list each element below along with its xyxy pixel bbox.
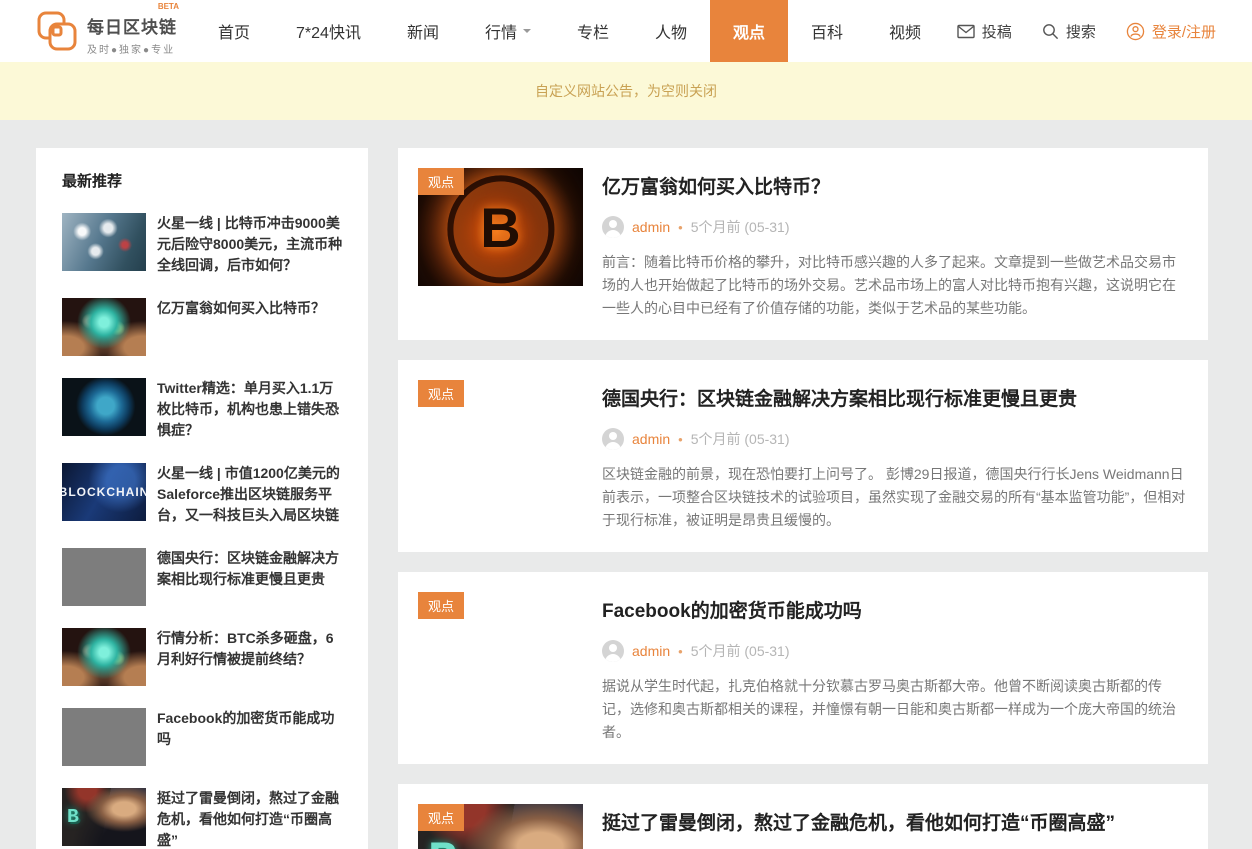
logo-subtitle: 及时●独家●专业 bbox=[87, 41, 177, 56]
nav-item[interactable]: 视频 bbox=[866, 0, 944, 62]
sidebar-article-title: 行情分析：BTC杀多砸盘，6月利好行情被提前终结？ bbox=[157, 628, 344, 686]
article-title[interactable]: 挺过了雷曼倒闭，熬过了金融危机，看他如何打造“币圈高盛” bbox=[602, 808, 1188, 835]
publish-date: 5个月前 (05-31) bbox=[691, 217, 790, 237]
article-card: 观点 亿万富翁如何买入比特币？ admin • 5个月前 (05-31) 前言：… bbox=[398, 148, 1208, 340]
sidebar-article-item[interactable]: Facebook的加密货币能成功吗 bbox=[62, 708, 344, 766]
author-link[interactable]: admin bbox=[632, 643, 670, 659]
author-link[interactable]: admin bbox=[632, 431, 670, 447]
site-logo[interactable]: 每日区块链 BETA 及时●独家●专业 bbox=[36, 0, 177, 62]
beta-tag: BETA bbox=[158, 2, 179, 11]
sidebar-article-title: 德国央行：区块链金融解决方案相比现行标准更慢且更贵 bbox=[157, 548, 344, 606]
main-nav: 首页 7*24快讯 新闻 行情 专栏 人 bbox=[195, 0, 944, 62]
nav-item[interactable]: 专栏 bbox=[554, 0, 632, 62]
nav-item[interactable]: 人物 bbox=[632, 0, 710, 62]
category-badge[interactable]: 观点 bbox=[418, 380, 464, 407]
article-title[interactable]: 德国央行：区块链金融解决方案相比现行标准更慢且更贵 bbox=[602, 384, 1188, 411]
article-card: 观点 Facebook的加密货币能成功吗 admin • 5个月前 (05-31… bbox=[398, 572, 1208, 764]
sidebar-article-title: Twitter精选：单月买入1.1万枚比特币，机构也患上错失恐惧症？ bbox=[157, 378, 344, 441]
nav-item[interactable]: 7*24快讯 bbox=[273, 0, 384, 62]
article-title[interactable]: Facebook的加密货币能成功吗 bbox=[602, 596, 1188, 623]
nav-item-label: 人物 bbox=[655, 19, 687, 43]
nav-item-label: 行情 bbox=[485, 19, 517, 43]
header-actions: 投稿 搜索 登录/注册 bbox=[957, 0, 1216, 62]
category-badge[interactable]: 观点 bbox=[418, 804, 464, 831]
article-thumbnail-image bbox=[62, 378, 146, 436]
article-thumbnail-image bbox=[62, 213, 146, 271]
article-thumbnail-image bbox=[62, 548, 146, 606]
submit-post-button[interactable]: 投稿 bbox=[957, 21, 1012, 42]
envelope-icon bbox=[957, 24, 975, 39]
article-thumbnail-image bbox=[62, 708, 146, 766]
sidebar-article-title: 火星一线 | 比特币冲击9000美元后险守8000美元，主流币种全线回调，后市如… bbox=[157, 213, 344, 276]
thumbnail-caption: BLOCKCHAIN bbox=[62, 463, 146, 521]
site-header: 每日区块链 BETA 及时●独家●专业 首页 7*24快讯 新闻 行情 bbox=[0, 0, 1252, 62]
nav-item-label: 7*24快讯 bbox=[296, 19, 361, 43]
article-excerpt: 区块链金融的前景，现在恐怕要打上问号了。 彭博29日报道，德国央行行长Jens … bbox=[602, 463, 1188, 532]
logo-icon bbox=[36, 10, 78, 52]
nav-item-label: 百科 bbox=[811, 19, 843, 43]
sidebar-article-item[interactable]: 火星一线 | 比特币冲击9000美元后险守8000美元，主流币种全线回调，后市如… bbox=[62, 213, 344, 276]
nav-item[interactable]: 首页 bbox=[195, 0, 273, 62]
avatar bbox=[602, 640, 624, 662]
meta-separator: • bbox=[678, 432, 683, 447]
nav-item-label: 新闻 bbox=[407, 19, 439, 43]
article-meta: admin • 5个月前 (05-31) bbox=[602, 216, 1188, 238]
article-title[interactable]: 亿万富翁如何买入比特币？ bbox=[602, 172, 1188, 199]
chevron-down-icon bbox=[523, 29, 531, 37]
site-announcement: 自定义网站公告，为空则关闭 bbox=[0, 62, 1252, 120]
nav-item-label: 视频 bbox=[889, 19, 921, 43]
article-thumbnail-image bbox=[62, 298, 146, 356]
article-thumbnail-image bbox=[62, 628, 146, 686]
nav-item[interactable]: 新闻 bbox=[384, 0, 462, 62]
sidebar-article-title: 亿万富翁如何买入比特币？ bbox=[157, 298, 325, 356]
logo-title: 每日区块链 bbox=[87, 18, 177, 37]
article-list: 观点 亿万富翁如何买入比特币？ admin • 5个月前 (05-31) 前言：… bbox=[398, 148, 1208, 849]
sidebar-title: 最新推荐 bbox=[62, 170, 344, 191]
avatar bbox=[602, 428, 624, 450]
meta-separator: • bbox=[678, 220, 683, 235]
nav-item[interactable]: 观点 bbox=[710, 0, 788, 62]
article-excerpt: 前言：随着比特币价格的攀升，对比特币感兴趣的人多了起来。文章提到一些做艺术品交易… bbox=[602, 251, 1188, 320]
publish-date: 5个月前 (05-31) bbox=[691, 641, 790, 661]
nav-item[interactable]: 行情 bbox=[462, 0, 554, 62]
sidebar-article-item[interactable]: 行情分析：BTC杀多砸盘，6月利好行情被提前终结？ bbox=[62, 628, 344, 686]
article-meta: admin • 5个月前 (05-31) bbox=[602, 428, 1188, 450]
search-icon bbox=[1042, 23, 1059, 40]
article-thumbnail-image: BLOCKCHAIN bbox=[62, 463, 146, 521]
nav-item-label: 首页 bbox=[218, 19, 250, 43]
article-card: 观点 挺过了雷曼倒闭，熬过了金融危机，看他如何打造“币圈高盛” admin • … bbox=[398, 784, 1208, 849]
nav-item-label: 观点 bbox=[733, 19, 765, 43]
sidebar-latest-recommend: 最新推荐 火星一线 | 比特币冲击9000美元后险守8000美元，主流币种全线回… bbox=[36, 148, 368, 849]
user-circle-icon bbox=[1126, 22, 1145, 41]
sidebar-article-title: 挺过了雷曼倒闭，熬过了金融危机，看他如何打造“币圈高盛” bbox=[157, 788, 344, 849]
category-badge[interactable]: 观点 bbox=[418, 168, 464, 195]
sidebar-list: 火星一线 | 比特币冲击9000美元后险守8000美元，主流币种全线回调，后市如… bbox=[62, 213, 344, 849]
page-content: 最新推荐 火星一线 | 比特币冲击9000美元后险守8000美元，主流币种全线回… bbox=[0, 120, 1252, 849]
search-button[interactable]: 搜索 bbox=[1042, 21, 1096, 42]
sidebar-article-item[interactable]: 德国央行：区块链金融解决方案相比现行标准更慢且更贵 bbox=[62, 548, 344, 606]
article-excerpt: 据说从学生时代起，扎克伯格就十分钦慕古罗马奥古斯都大帝。他曾不断阅读奥古斯都的传… bbox=[602, 675, 1188, 744]
sidebar-article-item[interactable]: 亿万富翁如何买入比特币？ bbox=[62, 298, 344, 356]
article-thumbnail-image bbox=[62, 788, 146, 846]
sidebar-article-title: 火星一线 | 市值1200亿美元的Saleforce推出区块链服务平台，又一科技… bbox=[157, 463, 344, 526]
author-link[interactable]: admin bbox=[632, 219, 670, 235]
nav-item-label: 专栏 bbox=[577, 19, 609, 43]
login-register-link[interactable]: 登录/注册 bbox=[1126, 21, 1216, 42]
avatar bbox=[602, 216, 624, 238]
nav-item[interactable]: 百科 bbox=[788, 0, 866, 62]
publish-date: 5个月前 (05-31) bbox=[691, 429, 790, 449]
sidebar-article-item[interactable]: 挺过了雷曼倒闭，熬过了金融危机，看他如何打造“币圈高盛” bbox=[62, 788, 344, 849]
category-badge[interactable]: 观点 bbox=[418, 592, 464, 619]
sidebar-article-item[interactable]: Twitter精选：单月买入1.1万枚比特币，机构也患上错失恐惧症？ bbox=[62, 378, 344, 441]
article-card: 观点 德国央行：区块链金融解决方案相比现行标准更慢且更贵 admin • 5个月… bbox=[398, 360, 1208, 552]
article-meta: admin • 5个月前 (05-31) bbox=[602, 640, 1188, 662]
sidebar-article-item[interactable]: BLOCKCHAIN 火星一线 | 市值1200亿美元的Saleforce推出区… bbox=[62, 463, 344, 526]
meta-separator: • bbox=[678, 644, 683, 659]
sidebar-article-title: Facebook的加密货币能成功吗 bbox=[157, 708, 344, 766]
